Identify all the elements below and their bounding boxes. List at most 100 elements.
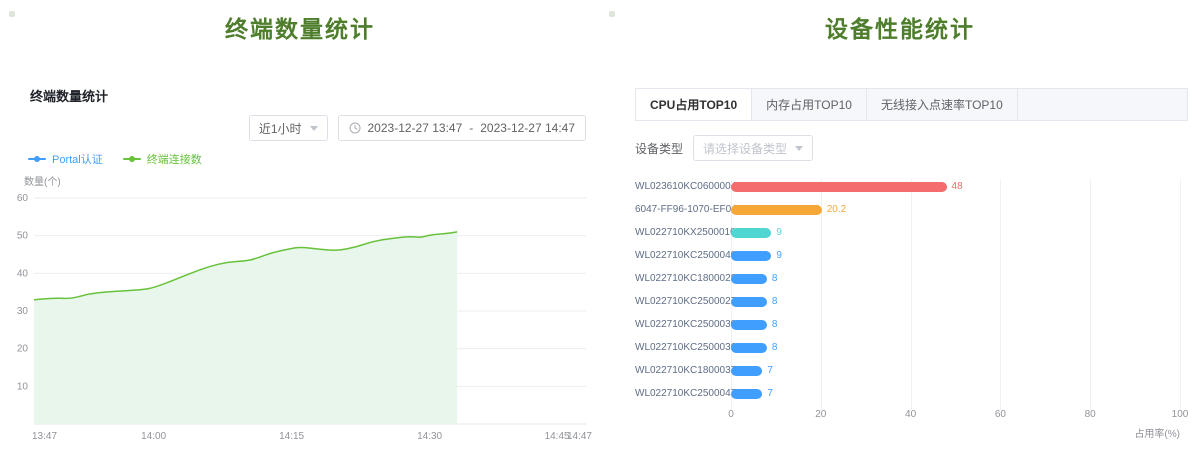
bar-value: 9 [776, 228, 782, 238]
legend-item-portal[interactable]: Portal认证 [28, 151, 103, 167]
bar-value: 20.2 [827, 205, 846, 215]
terminal-count-card: 终端数量统计 近1小时 2023-12-27 13:47 - 2023-12-2… [0, 86, 600, 446]
device-label: WL022710KC18000280 [635, 273, 731, 284]
bar [731, 182, 947, 192]
corner-decoration [609, 11, 615, 17]
date-separator: - [469, 121, 473, 135]
bar-track: 7 [731, 389, 1180, 399]
tab-cpu-top10[interactable]: CPU占用TOP10 [636, 89, 752, 120]
corner-decoration [9, 11, 15, 17]
x-tick-label: 60 [995, 409, 1006, 420]
y-tick-label: 30 [17, 306, 29, 317]
y-tick-label: 40 [17, 268, 29, 279]
datetime-range-picker[interactable]: 2023-12-27 13:47 - 2023-12-27 14:47 [338, 115, 587, 141]
bar-value: 7 [767, 366, 773, 376]
bar-value: 8 [772, 297, 778, 307]
bar-chart-x-axis: 020406080100 [731, 409, 1180, 423]
performance-panel-heading: 设备性能统计 [600, 12, 1200, 46]
bar-track: 9 [731, 228, 1180, 238]
y-tick-label: 50 [17, 231, 29, 242]
y-tick-label: 10 [17, 381, 29, 392]
x-tick-label: 14:30 [417, 431, 442, 442]
x-tick-label: 0 [728, 409, 734, 420]
bar-row: WL022710KC25000369 8 [635, 336, 1186, 359]
bar-track: 20.2 [731, 205, 1180, 215]
x-tick-label: 14:47 [567, 431, 592, 442]
bar-chart-rows: WL023610KC06000043 48 6047-FF96-1070-EF0A 2… [635, 175, 1186, 405]
bar-row: WL022710KC25000307 8 [635, 313, 1186, 336]
bar-track: 48 [731, 182, 1180, 192]
device-label: WL022710KX25000102 [635, 227, 731, 238]
device-type-label: 设备类型 [635, 140, 683, 157]
tab-wireless-rate-top10[interactable]: 无线接入点速率TOP10 [867, 89, 1018, 120]
terminal-panel-heading: 终端数量统计 [0, 12, 600, 46]
cpu-top10-bar-chart: WL023610KC06000043 48 6047-FF96-1070-EF0A 2… [635, 175, 1186, 440]
y-tick-label: 20 [17, 344, 29, 355]
time-range-select[interactable]: 近1小时 [249, 115, 328, 141]
bar-value: 8 [772, 320, 778, 330]
bar [731, 205, 822, 215]
bar-value: 48 [952, 182, 963, 192]
device-label: WL022710KC25000470 [635, 388, 731, 399]
bar-row: WL022710KC25000409 9 [635, 244, 1186, 267]
date-end: 2023-12-27 14:47 [480, 121, 575, 135]
device-label: WL022710KC25000409 [635, 250, 731, 261]
y-tick-label: 60 [17, 193, 29, 204]
chevron-down-icon [310, 126, 318, 131]
bar-row: 6047-FF96-1070-EF0A 20.2 [635, 198, 1186, 221]
bar-row: WL022710KC25000470 7 [635, 382, 1186, 405]
bar [731, 343, 767, 353]
bar [731, 320, 767, 330]
bar [731, 228, 771, 238]
bar-value: 8 [772, 343, 778, 353]
x-tick-label: 100 [1172, 409, 1189, 420]
device-label: 6047-FF96-1070-EF0A [635, 204, 731, 215]
bar-row: WL022710KC18000372 7 [635, 359, 1186, 382]
chart-controls: 近1小时 2023-12-27 13:47 - 2023-12-27 14:47 [8, 115, 586, 141]
device-type-filter: 设备类型 请选择设备类型 [635, 135, 1200, 161]
device-label: WL023610KC06000043 [635, 181, 731, 192]
bar-track: 8 [731, 343, 1180, 353]
bar-row: WL022710KX25000102 9 [635, 221, 1186, 244]
time-range-value: 近1小时 [259, 120, 302, 137]
legend-label: 终端连接数 [147, 151, 202, 167]
x-tick-label: 20 [815, 409, 826, 420]
y-axis-name: 数量(个) [24, 173, 592, 188]
x-tick-label: 14:00 [141, 431, 166, 442]
bar-track: 8 [731, 274, 1180, 284]
bar-row: WL023610KC06000043 48 [635, 175, 1186, 198]
bar-value: 8 [772, 274, 778, 284]
bar-value: 7 [767, 389, 773, 399]
bar [731, 274, 767, 284]
legend-marker-icon [28, 158, 46, 160]
tab-memory-top10[interactable]: 内存占用TOP10 [752, 89, 867, 120]
bar-row: WL022710KC18000280 8 [635, 267, 1186, 290]
device-label: WL022710KC25000272 [635, 296, 731, 307]
bar-row: WL022710KC25000272 8 [635, 290, 1186, 313]
device-type-select[interactable]: 请选择设备类型 [693, 135, 813, 161]
bar [731, 389, 762, 399]
device-label: WL022710KC25000307 [635, 319, 731, 330]
chevron-down-icon [795, 146, 803, 151]
date-start: 2023-12-27 13:47 [368, 121, 463, 135]
x-tick-label: 40 [905, 409, 916, 420]
chart-legend: Portal认证 终端连接数 [28, 151, 592, 167]
device-label: WL022710KC18000372 [635, 365, 731, 376]
terminal-count-panel: 终端数量统计 终端数量统计 近1小时 2023-12-27 13:47 - 20… [0, 0, 600, 456]
performance-tabs: CPU占用TOP10 内存占用TOP10 无线接入点速率TOP10 [635, 88, 1188, 121]
bar-track: 8 [731, 320, 1180, 330]
card-title: 终端数量统计 [30, 86, 592, 105]
bar-track: 9 [731, 251, 1180, 261]
bar [731, 251, 771, 261]
clock-icon [349, 122, 361, 134]
device-label: WL022710KC25000369 [635, 342, 731, 353]
bar-track: 7 [731, 366, 1180, 376]
dashboard: 终端数量统计 终端数量统计 近1小时 2023-12-27 13:47 - 20… [0, 0, 1200, 456]
bar [731, 297, 767, 307]
bar-value: 9 [776, 251, 782, 261]
x-axis-label: 占用率(%) [635, 425, 1180, 440]
x-tick-label: 13:47 [32, 431, 57, 442]
legend-item-terminal-connections[interactable]: 终端连接数 [123, 151, 202, 167]
x-tick-label: 80 [1085, 409, 1096, 420]
legend-label: Portal认证 [52, 151, 103, 167]
